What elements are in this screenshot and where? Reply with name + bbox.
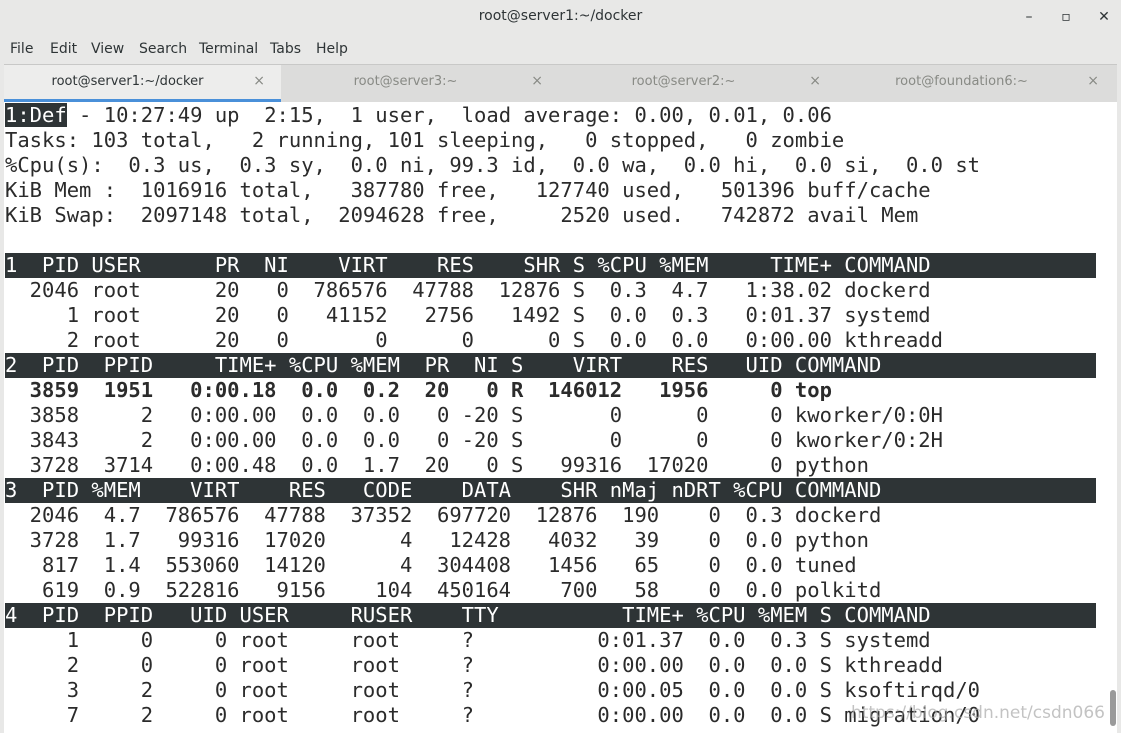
window4-header: 4 PID PPID UID USER RUSER TTY TIME+ %CPU… (5, 603, 1096, 628)
process-row: 1 0 0 root root ? 0:01.37 0.0 0.3 S syst… (5, 628, 931, 652)
process-row: 619 0.9 522816 9156 104 450164 700 58 0 … (5, 578, 882, 602)
tab-foundation6[interactable]: root@foundation6:~ × (838, 65, 1115, 102)
window3-header: 3 PID %MEM VIRT RES CODE DATA SHR nMaj n… (5, 478, 1096, 503)
process-row: 3728 3714 0:00.48 0.0 1.7 20 0 S 99316 1… (5, 453, 869, 477)
process-row: 3728 1.7 99316 17020 4 12428 4032 39 0 0… (5, 528, 869, 552)
tab-close-icon[interactable]: × (1087, 73, 1099, 89)
summary-line: 1:Def - 10:27:49 up 2:15, 1 user, load a… (5, 103, 1096, 128)
tab-close-icon[interactable]: × (253, 73, 265, 89)
process-row: 1 root 20 0 41152 2756 1492 S 0.0 0.3 0:… (5, 303, 931, 327)
tab-server3[interactable]: root@server3:~ × (282, 65, 559, 102)
menu-view[interactable]: View (91, 41, 124, 57)
terminal-area[interactable]: 1:Def - 10:27:49 up 2:15, 1 user, load a… (4, 102, 1117, 733)
process-row: 2 0 0 root root ? 0:00.00 0.0 0.0 S kthr… (5, 653, 943, 677)
uptime-load: - 10:27:49 up 2:15, 1 user, load average… (66, 103, 832, 127)
window1-header: 1 PID USER PR NI VIRT RES SHR S %CPU %ME… (5, 253, 1096, 278)
window-indicator: 1:Def (5, 103, 67, 127)
process-row: 2046 4.7 786576 47788 37352 697720 12876… (5, 503, 882, 527)
mem-line: KiB Mem : 1016916 total, 387780 free, 12… (5, 178, 931, 202)
process-row: 3 2 0 root root ? 0:00.05 0.0 0.0 S ksof… (5, 678, 981, 702)
scrollbar[interactable] (1109, 102, 1117, 733)
scrollbar-thumb[interactable] (1110, 690, 1116, 726)
minimize-icon[interactable]: – (1018, 7, 1040, 27)
menu-file[interactable]: File (10, 41, 33, 57)
tab-bar: root@server1:~/docker × root@server3:~ ×… (4, 64, 1117, 103)
menu-help[interactable]: Help (316, 41, 348, 57)
tab-label: root@server3:~ (353, 74, 458, 89)
tab-label: root@foundation6:~ (895, 74, 1028, 89)
menu-bar: File Edit View Search Terminal Tabs Help (0, 38, 1121, 62)
process-row: 2 root 20 0 0 0 0 S 0.0 0.0 0:00.00 kthr… (5, 328, 943, 352)
close-icon[interactable]: ✕ (1093, 7, 1115, 27)
tab-server2[interactable]: root@server2:~ × (560, 65, 837, 102)
process-row: 817 1.4 553060 14120 4 304408 1456 65 0 … (5, 553, 857, 577)
tab-label: root@server2:~ (631, 74, 736, 89)
swap-line: KiB Swap: 2097148 total, 2094628 free, 2… (5, 203, 919, 227)
tab-close-icon[interactable]: × (809, 73, 821, 89)
menu-terminal[interactable]: Terminal (199, 41, 258, 57)
menu-edit[interactable]: Edit (50, 41, 77, 57)
menu-search[interactable]: Search (139, 41, 187, 57)
menu-tabs[interactable]: Tabs (270, 41, 301, 57)
tab-server1-docker[interactable]: root@server1:~/docker × (4, 65, 281, 102)
process-row: 3858 2 0:00.00 0.0 0.0 0 -20 S 0 0 0 kwo… (5, 403, 943, 427)
maximize-icon[interactable]: ▫ (1055, 7, 1077, 27)
tasks-line: Tasks: 103 total, 2 running, 101 sleepin… (5, 128, 845, 152)
tab-close-icon[interactable]: × (531, 73, 543, 89)
process-row: 3843 2 0:00.00 0.0 0.0 0 -20 S 0 0 0 kwo… (5, 428, 943, 452)
tab-label: root@server1:~/docker (51, 74, 204, 89)
window2-header: 2 PID PPID TIME+ %CPU %MEM PR NI S VIRT … (5, 353, 1096, 378)
top-output: 1:Def - 10:27:49 up 2:15, 1 user, load a… (5, 103, 1096, 728)
process-row-running: 3859 1951 0:00.18 0.0 0.2 20 0 R 146012 … (5, 378, 832, 402)
title-bar: root@server1:~/docker – ▫ ✕ (0, 0, 1121, 35)
cpu-line: %Cpu(s): 0.3 us, 0.3 sy, 0.0 ni, 99.3 id… (5, 153, 981, 177)
window-title: root@server1:~/docker (478, 8, 643, 24)
watermark: https://blog.csdn.net/csdn066 (850, 703, 1105, 723)
process-row: 2046 root 20 0 786576 47788 12876 S 0.3 … (5, 278, 931, 302)
